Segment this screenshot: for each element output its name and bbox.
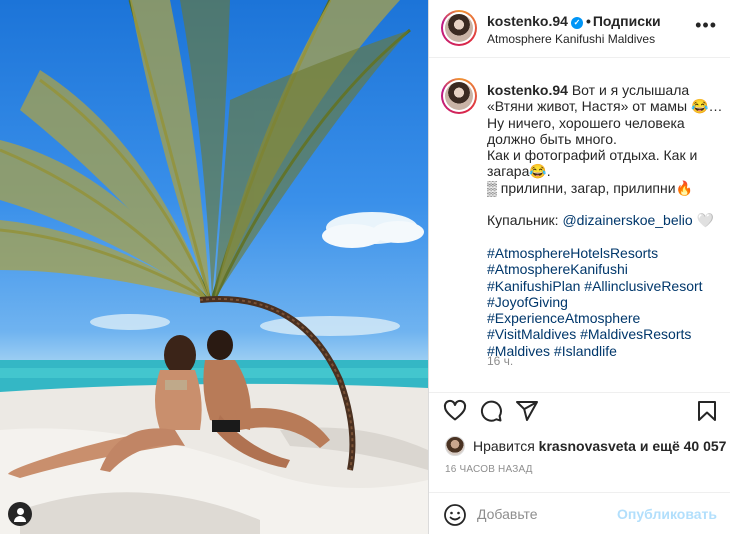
- caption-body: Вот и я услышала «Втяни живот, Настя» от…: [487, 82, 723, 229]
- beach-scene: [0, 0, 428, 534]
- paper-plane-icon[interactable]: [515, 399, 539, 423]
- post-photo[interactable]: [0, 0, 428, 534]
- separator-dot: •: [585, 13, 591, 29]
- user-tag-icon[interactable]: [8, 502, 32, 526]
- likes-text[interactable]: Нравится krasnovasveta и ещё 40 057: [473, 438, 726, 454]
- likes-summary: Нравится krasnovasveta и ещё 40 057: [445, 436, 726, 456]
- following-button[interactable]: Подписки: [593, 13, 661, 29]
- caption-mention[interactable]: @dizainerskoe_belio: [562, 212, 692, 228]
- likes-prefix: Нравится: [473, 438, 539, 454]
- caption-time: 16 ч.: [487, 354, 514, 368]
- post-timestamp[interactable]: 16 ЧАСОВ НАЗАД: [445, 464, 533, 475]
- location-link[interactable]: Atmosphere Kanifushi Maldives: [487, 32, 655, 46]
- likes-count[interactable]: и ещё 40 057: [636, 438, 727, 454]
- author-line: kostenko.94 ✓ • Подписки: [487, 13, 661, 29]
- caption-after-mention: 🤍: [692, 212, 714, 229]
- caption-text: kostenko.94 Вот и я услышала «Втяни живо…: [487, 82, 723, 359]
- caption-block: kostenko.94 Вот и я услышала «Втяни живо…: [429, 70, 730, 392]
- author-avatar[interactable]: [441, 10, 477, 46]
- heart-icon[interactable]: [443, 399, 467, 423]
- post-sidebar: kostenko.94 ✓ • Подписки Atmosphere Kanifus…: [428, 0, 730, 534]
- caption-author-avatar[interactable]: [441, 78, 477, 114]
- action-bar: [429, 392, 730, 428]
- liker-username[interactable]: krasnovasveta: [539, 438, 636, 454]
- verified-badge-icon: ✓: [570, 17, 583, 29]
- comment-icon[interactable]: [479, 399, 503, 423]
- caption-username[interactable]: kostenko.94: [487, 82, 568, 98]
- liker-avatar[interactable]: [445, 436, 465, 456]
- smiley-icon[interactable]: [443, 503, 467, 527]
- author-username[interactable]: kostenko.94: [487, 13, 568, 29]
- more-options-icon[interactable]: •••: [695, 16, 717, 34]
- comment-bar: Опубликовать: [429, 492, 730, 534]
- publish-button[interactable]: Опубликовать: [617, 506, 717, 522]
- instagram-post: kostenko.94 ✓ • Подписки Atmosphere Kanifus…: [0, 0, 730, 534]
- bookmark-icon[interactable]: [695, 399, 719, 423]
- post-header: kostenko.94 ✓ • Подписки Atmosphere Kanifus…: [429, 0, 730, 58]
- comment-input[interactable]: [477, 503, 617, 525]
- caption-hashtags[interactable]: #AtmosphereHotelsResorts #AtmosphereKani…: [487, 245, 723, 359]
